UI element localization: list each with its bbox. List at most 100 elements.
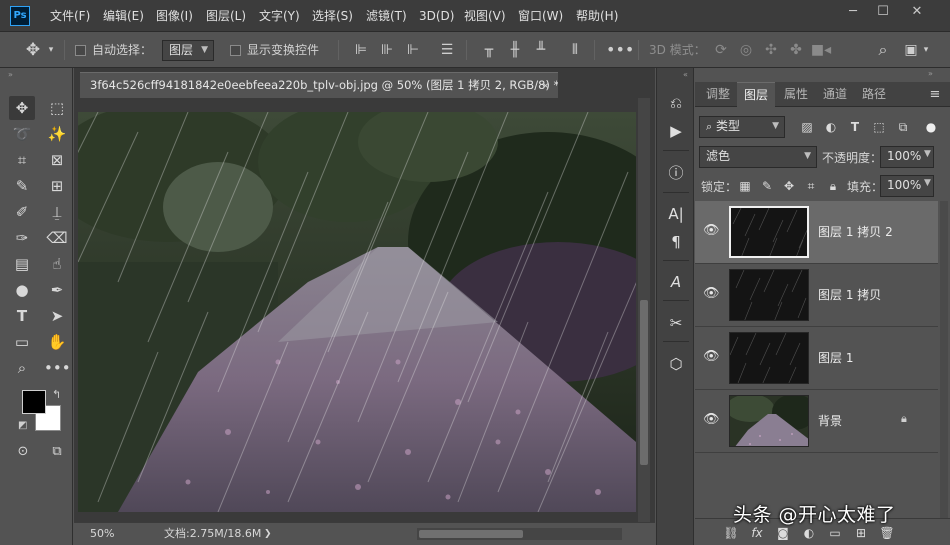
horizontal-scroll-thumb[interactable] [419, 530, 523, 538]
menu-file[interactable]: 文件(F) [50, 0, 90, 32]
screen-mode-icon[interactable]: ⧉ [44, 440, 70, 464]
menu-image[interactable]: 图像(I) [156, 0, 193, 32]
chevron-down-icon[interactable]: ▼ [924, 149, 931, 159]
tab-properties[interactable]: 属性 [777, 82, 815, 107]
filter-pixel-icon[interactable]: ▨ [797, 117, 817, 137]
menu-filter[interactable]: 滤镜(T) [366, 0, 407, 32]
gradient-tool-icon[interactable]: ▤ [9, 252, 35, 276]
eraser-tool-icon[interactable]: ⌫ [44, 226, 70, 250]
magic-wand-tool-icon[interactable]: ✨ [44, 122, 70, 146]
crop-tool-icon[interactable]: ⌗ [9, 148, 35, 172]
tool-presets-icon[interactable]: ✂ [663, 310, 689, 336]
minimize-button[interactable]: ─ [836, 0, 870, 24]
3d-roll-icon[interactable]: ◎ [735, 32, 757, 68]
hand-tool-icon[interactable]: ✋ [44, 330, 70, 354]
menu-3d[interactable]: 3D(D) [419, 0, 454, 32]
foreground-color-swatch[interactable] [22, 390, 46, 414]
3d-orbit-icon[interactable]: ⟳ [710, 32, 732, 68]
history-panel-icon[interactable]: ⎌ [663, 90, 689, 116]
close-button[interactable]: ✕ [900, 0, 934, 24]
marquee-tool-icon[interactable]: ⬚ [44, 96, 70, 120]
tab-channels[interactable]: 通道 [816, 82, 854, 107]
horizontal-scrollbar[interactable] [417, 528, 622, 540]
move-tool-icon[interactable]: ✥ [22, 32, 44, 68]
menu-help[interactable]: 帮助(H) [576, 0, 618, 32]
vertical-scroll-thumb[interactable] [640, 300, 648, 465]
more-tools-icon[interactable]: ••• [44, 356, 71, 380]
frame-tool-icon[interactable]: ⊠ [44, 148, 70, 172]
chevron-down-icon[interactable]: ▼ [924, 178, 931, 188]
filter-smart-object-icon[interactable]: ⧉ [893, 117, 913, 137]
filter-type-icon[interactable]: T [845, 117, 865, 137]
zoom-tool-icon[interactable]: ⌕ [9, 356, 35, 380]
actions-panel-icon[interactable]: ▶ [663, 118, 689, 144]
paragraph-panel-icon[interactable]: ¶ [663, 229, 689, 255]
workspace-icon[interactable]: ▣ [902, 32, 920, 68]
filter-adjustment-icon[interactable]: ◐ [821, 117, 841, 137]
lock-position-icon[interactable]: ✥ [779, 176, 799, 196]
menu-view[interactable]: 视图(V) [464, 0, 506, 32]
visibility-eye-icon[interactable]: 👁︎ [703, 223, 720, 239]
blend-mode-dropdown[interactable]: 滤色 ▼ [699, 146, 817, 168]
tab-adjustments[interactable]: 调整 [699, 82, 737, 107]
align-right-icon[interactable]: ⊩ [402, 32, 424, 68]
auto-select-checkbox[interactable] [75, 45, 86, 56]
restore-button[interactable]: ☐ [866, 0, 900, 24]
pen-tool-icon[interactable]: ✒ [44, 278, 70, 302]
stamp-tool-icon[interactable]: ⍊ [44, 200, 70, 224]
info-panel-icon[interactable]: ⓘ [663, 160, 689, 186]
lock-image-pixels-icon[interactable]: ✎ [757, 176, 777, 196]
chevron-down-icon[interactable]: ▾ [920, 32, 932, 68]
status-menu-arrow-icon[interactable]: ❯ [264, 523, 272, 545]
rectangle-tool-icon[interactable]: ▭ [9, 330, 35, 354]
filter-toggle-icon[interactable]: ● [921, 117, 941, 137]
eyedropper-tool-icon[interactable]: ✎ [9, 174, 35, 198]
lock-artboard-icon[interactable]: ⌗ [801, 176, 821, 196]
auto-select-target-dropdown[interactable]: 图层 ▼ [162, 40, 214, 61]
character-panel-icon[interactable]: A| [663, 201, 689, 227]
align-middle-v-icon[interactable]: ╫ [504, 32, 526, 68]
quick-mask-icon[interactable]: ⊙ [10, 440, 36, 464]
3d-panel-icon[interactable]: ⬡ [663, 351, 689, 377]
history-brush-tool-icon[interactable]: ✑ [9, 226, 35, 250]
brush-tool-icon[interactable]: ✐ [9, 200, 35, 224]
lock-transparent-pixels-icon[interactable]: ▦ [735, 176, 755, 196]
layer-name[interactable]: 背景 [818, 412, 842, 429]
layer-row[interactable]: 👁︎ 背景 🔒︎ [695, 390, 938, 453]
filter-kind-dropdown[interactable]: ⌕ 类型 ▼ [699, 116, 785, 138]
visibility-eye-icon[interactable]: 👁︎ [703, 349, 720, 365]
menu-type[interactable]: 文字(Y) [259, 0, 300, 32]
more-options-icon[interactable]: ••• [606, 32, 634, 68]
spot-healing-tool-icon[interactable]: ⊞ [44, 174, 70, 198]
layer-name[interactable]: 图层 1 拷贝 2 [818, 223, 893, 240]
layer-name[interactable]: 图层 1 拷贝 [818, 286, 881, 303]
image-canvas[interactable] [78, 112, 636, 512]
show-transform-checkbox[interactable] [230, 45, 241, 56]
tab-paths[interactable]: 路径 [855, 82, 893, 107]
layers-scrollbar[interactable] [940, 201, 948, 531]
move-tool-icon[interactable]: ✥ [9, 96, 35, 120]
vertical-scrollbar[interactable] [638, 98, 650, 522]
lock-icon[interactable]: 🔒︎ [901, 412, 907, 426]
collapse-arrows-icon[interactable]: » [8, 70, 13, 79]
panel-menu-icon[interactable]: ≡ [923, 82, 947, 107]
layer-name[interactable]: 图层 1 [818, 349, 853, 366]
collapse-arrows-icon[interactable]: « [683, 70, 688, 79]
3d-pan-icon[interactable]: ✣ [760, 32, 782, 68]
align-top-icon[interactable]: ╥ [478, 32, 500, 68]
type-tool-icon[interactable]: T [9, 304, 35, 328]
align-left-icon[interactable]: ⊫ [350, 32, 372, 68]
layer-row[interactable]: 👁︎ 图层 1 拷贝 2 [695, 201, 938, 264]
menu-edit[interactable]: 编辑(E) [103, 0, 144, 32]
swap-colors-icon[interactable]: ↰ [52, 388, 61, 401]
lasso-tool-icon[interactable]: ➰ [9, 122, 35, 146]
layer-row[interactable]: 👁︎ 图层 1 拷贝 [695, 264, 938, 327]
search-icon[interactable]: ⌕ [872, 32, 894, 68]
menu-select[interactable]: 选择(S) [312, 0, 353, 32]
dodge-tool-icon[interactable]: ● [9, 278, 35, 302]
path-selection-tool-icon[interactable]: ➤ [44, 304, 70, 328]
glyphs-panel-icon[interactable]: A [663, 269, 689, 295]
collapse-arrows-icon[interactable]: » [928, 69, 933, 78]
visibility-eye-icon[interactable]: 👁︎ [703, 286, 720, 302]
3d-camera-icon[interactable]: ■◂ [810, 32, 832, 68]
